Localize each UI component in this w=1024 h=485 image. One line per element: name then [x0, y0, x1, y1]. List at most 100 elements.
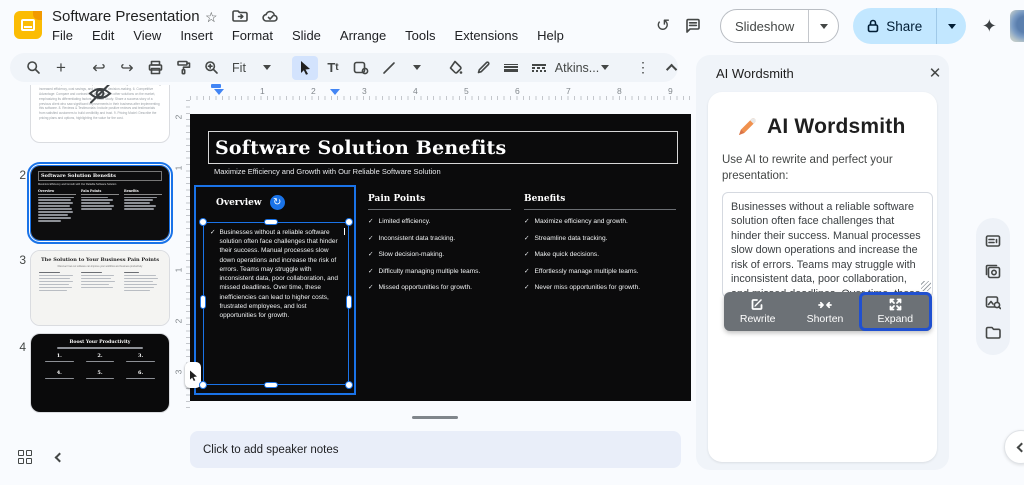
more-options-icon[interactable]: ⋮ [630, 56, 656, 80]
slide-subtitle[interactable]: Maximize Efficiency and Growth with Our … [214, 167, 441, 176]
horizontal-ruler[interactable]: 1 2 3 4 5 6 7 8 9 [190, 86, 691, 100]
benefits-list: Maximize efficiency and growth.Streamlin… [524, 217, 676, 293]
menu-item[interactable]: Format [230, 27, 275, 44]
close-icon[interactable]: ✕ [925, 63, 945, 83]
menu-item[interactable]: Insert [178, 27, 215, 44]
move-folder-icon[interactable] [232, 9, 248, 26]
resize-handle-w[interactable] [200, 295, 206, 309]
pain-points-column[interactable]: Pain Points Limited efficiency.Inconsist… [368, 194, 511, 293]
indent-marker[interactable] [214, 89, 224, 95]
ruler-number: 1 [173, 268, 183, 273]
gemini-spark-icon[interactable]: ✦ [974, 11, 1004, 41]
zoom-dropdown-arrow[interactable] [254, 56, 280, 80]
insert-line-icon[interactable] [376, 56, 402, 80]
resize-handle-ne[interactable] [345, 218, 353, 226]
menu-item[interactable]: Edit [90, 27, 116, 44]
zoom-select[interactable]: Fit [226, 56, 252, 80]
speaker-notes[interactable]: Click to add speaker notes [190, 431, 681, 468]
print-icon[interactable] [142, 56, 168, 80]
line-dropdown-arrow[interactable] [404, 56, 430, 80]
zoom-in-icon[interactable] [198, 56, 224, 80]
checklist-item: Maximize efficiency and growth. [524, 217, 676, 227]
share-dropdown[interactable] [936, 8, 966, 44]
share-button[interactable]: Share [853, 8, 936, 44]
document-title[interactable]: Software Presentation [52, 8, 200, 25]
grid-view-icon[interactable] [18, 450, 32, 464]
chevron-down-icon [948, 24, 956, 29]
photo-stack-icon[interactable] [985, 264, 1001, 279]
indent-marker[interactable] [211, 84, 221, 88]
version-history-icon[interactable]: ↺ [648, 11, 678, 41]
indent-marker[interactable] [330, 89, 340, 95]
redo-icon[interactable]: ↪ [114, 56, 140, 80]
border-color-icon[interactable] [470, 56, 496, 80]
comments-icon[interactable] [678, 11, 708, 41]
slide-thumbnail[interactable]: The Solution to Your Business Pain Point… [30, 250, 170, 326]
shorten-button[interactable]: Shorten [791, 292, 858, 331]
slide-thumbnail-current[interactable]: Software Solution Benefits Maximize Effi… [30, 165, 170, 241]
overview-text[interactable]: Businesses without a reliable software s… [219, 228, 339, 320]
select-tool-icon[interactable] [292, 56, 318, 80]
text-box-icon[interactable]: Tt [320, 56, 346, 80]
fill-color-icon[interactable] [442, 56, 468, 80]
resize-handle-s[interactable] [264, 382, 278, 388]
mini-slide-title: Boost Your Productivity [39, 340, 161, 345]
undo-icon[interactable]: ↩ [86, 56, 112, 80]
slide-title-box[interactable]: Software Solution Benefits [208, 131, 678, 164]
checklist-item: Make quick decisions. [524, 250, 676, 260]
checklist-item: Slow decision-making. [368, 250, 511, 260]
resize-handle-e[interactable] [346, 295, 352, 309]
slide-thumbnail[interactable]: Boost Your Productivity 1.2.3.4.5.6. [30, 333, 170, 413]
ai-text-input[interactable]: Businesses without a reliable software s… [722, 192, 933, 298]
checklist-item: Missed opportunities for growth. [368, 283, 511, 293]
notes-resize-handle[interactable] [412, 416, 458, 419]
menu-item[interactable]: File [50, 27, 75, 44]
card-title: AI Wordsmith [767, 115, 906, 139]
resize-handle-nw[interactable] [199, 218, 207, 226]
column-divider [524, 209, 676, 210]
avatar[interactable] [1010, 10, 1024, 42]
folder-icon[interactable] [985, 326, 1001, 339]
slideshow-dropdown[interactable] [808, 10, 838, 42]
border-weight-icon[interactable] [498, 56, 524, 80]
menu-item[interactable]: Help [535, 27, 566, 44]
slide-number: 4 [12, 340, 26, 354]
logo-bar [24, 26, 32, 28]
image-search-icon[interactable] [985, 295, 1001, 310]
collapse-filmstrip-icon[interactable] [55, 452, 65, 462]
cloud-status-icon[interactable] [262, 10, 279, 26]
new-slide-button[interactable]: + [48, 56, 74, 80]
collapse-panel-button[interactable] [1004, 430, 1024, 464]
border-dash-icon[interactable] [526, 56, 552, 80]
rewrite-button[interactable]: Rewrite [724, 292, 791, 331]
slideshow-button[interactable]: Slideshow [721, 10, 808, 42]
font-dropdown-arrow[interactable] [592, 56, 618, 80]
font-family-select[interactable]: Atkins... [564, 56, 590, 80]
collapse-toolbar-icon[interactable] [660, 56, 686, 80]
menu-item[interactable]: View [131, 27, 163, 44]
paint-format-icon[interactable] [170, 56, 196, 80]
menu-item[interactable]: Arrange [338, 27, 388, 44]
resize-handle-n[interactable] [264, 219, 278, 225]
textarea-resize-grip[interactable] [921, 281, 931, 291]
menu-item[interactable]: Slide [290, 27, 323, 44]
mini-steps: 1.2.3.4.5.6. [39, 353, 161, 380]
checklist-item: Never miss opportunities for growth. [524, 283, 676, 293]
layout-card-icon[interactable] [985, 234, 1001, 248]
slides-logo-icon[interactable] [14, 11, 42, 39]
resize-handle-se[interactable] [345, 381, 353, 389]
slide-thumbnail-hidden[interactable]: 3. Product Overview: Introduce the innov… [30, 85, 170, 143]
overview-text-box[interactable]: Businesses without a reliable software s… [203, 222, 349, 385]
star-icon[interactable]: ☆ [205, 9, 218, 26]
expand-button[interactable]: Expand [859, 292, 932, 331]
insert-shape-icon[interactable] [348, 56, 374, 80]
refresh-icon[interactable]: ↻ [270, 195, 285, 210]
overview-heading[interactable]: Overview [216, 198, 262, 208]
search-icon[interactable] [20, 56, 46, 80]
benefits-heading: Benefits [524, 194, 676, 204]
resize-handle-sw[interactable] [199, 381, 207, 389]
menu-item[interactable]: Tools [403, 27, 437, 44]
menu-item[interactable]: Extensions [453, 27, 521, 44]
slide-canvas[interactable]: Software Solution Benefits Maximize Effi… [190, 114, 691, 401]
benefits-column[interactable]: Benefits Maximize efficiency and growth.… [524, 194, 676, 293]
